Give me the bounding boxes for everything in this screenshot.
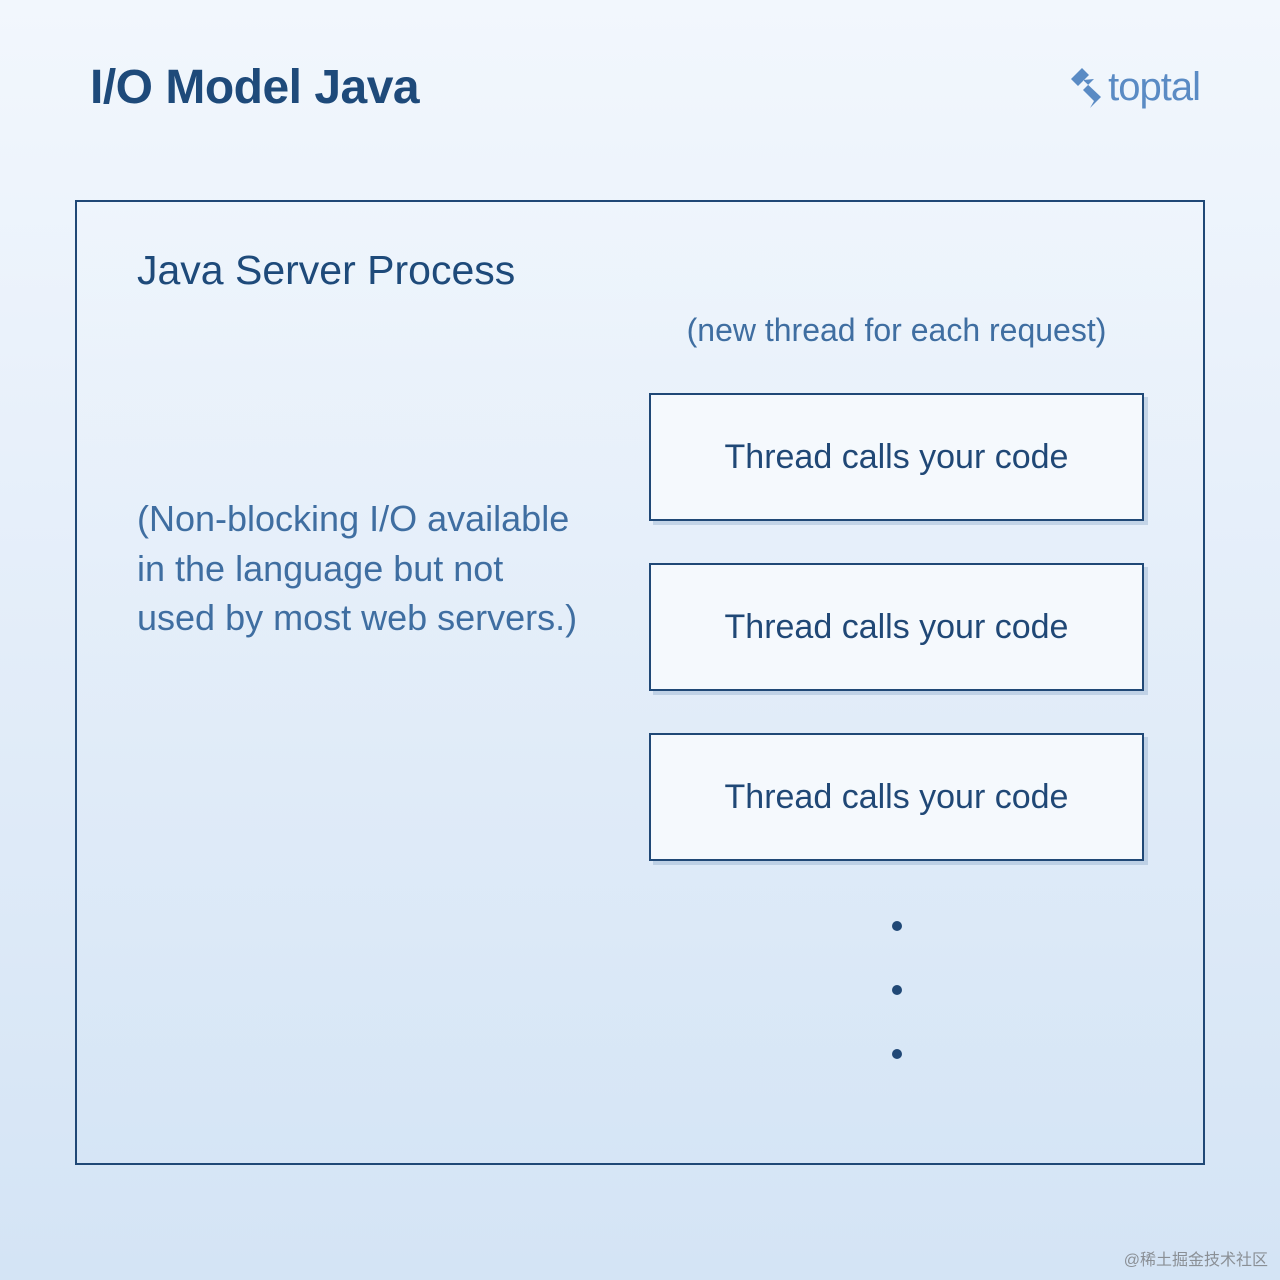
header: I/O Model Java toptal xyxy=(0,0,1280,115)
note-text: (Non-blocking I/O available in the langu… xyxy=(137,494,589,643)
thread-box: Thread calls your code xyxy=(649,393,1144,521)
logo-text: toptal xyxy=(1108,65,1200,110)
thread-box: Thread calls your code xyxy=(649,733,1144,861)
right-column: (new thread for each request) Thread cal… xyxy=(640,312,1153,1059)
watermark: @稀土掘金技术社区 xyxy=(1124,1246,1268,1270)
page-title: I/O Model Java xyxy=(90,60,419,115)
left-column: (Non-blocking I/O available in the langu… xyxy=(127,312,589,1059)
toptal-icon xyxy=(1070,72,1102,104)
thread-note: (new thread for each request) xyxy=(687,312,1107,349)
process-box: Java Server Process (Non-blocking I/O av… xyxy=(75,200,1205,1165)
ellipsis-dots xyxy=(892,921,902,1059)
dot-icon xyxy=(892,921,902,931)
dot-icon xyxy=(892,985,902,995)
content-area: (Non-blocking I/O available in the langu… xyxy=(127,312,1153,1059)
logo: toptal xyxy=(1070,65,1200,110)
dot-icon xyxy=(892,1049,902,1059)
thread-box: Thread calls your code xyxy=(649,563,1144,691)
process-title: Java Server Process xyxy=(137,247,1153,294)
